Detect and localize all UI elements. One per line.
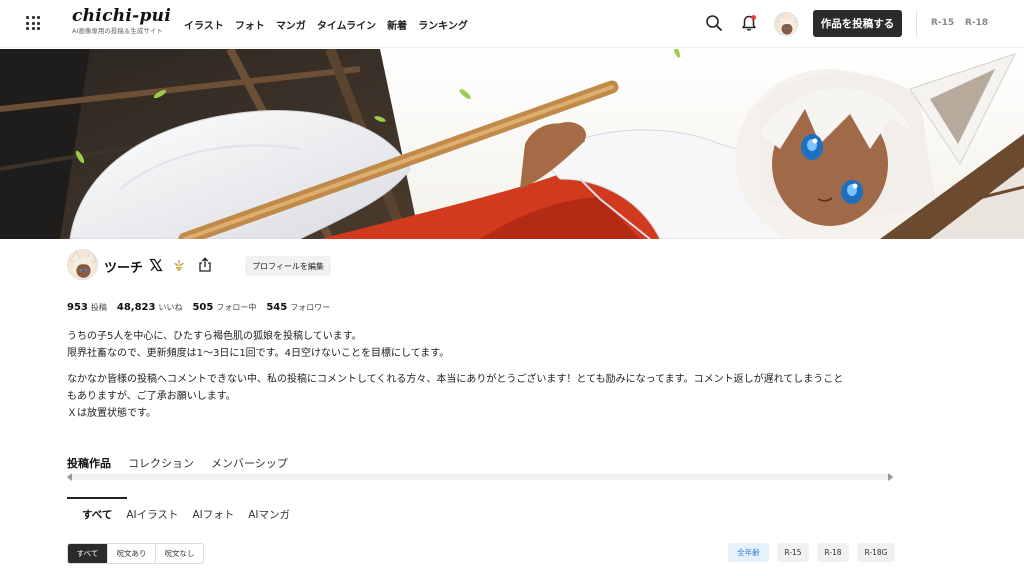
edit-profile-button[interactable]: プロフィールを編集 [245,256,331,276]
rating-r18[interactable]: R-18 [817,543,849,562]
profile-stats: 953 投稿 48,823 いいね 505 フォロー中 545 フォロワー [67,295,330,314]
bio-line: なかなか皆様の投稿へコメントできない中、私の投稿にコメントしてくれる方々、本当に… [67,374,844,385]
tabs-scrollbar[interactable] [67,474,893,480]
tab-collection[interactable]: コレクション [128,455,194,471]
rating-r18g[interactable]: R-18G [857,543,895,562]
subtab-ai-photo[interactable]: AIフォト [192,507,234,522]
header-r18-link[interactable]: R-18 [965,18,988,28]
bio-line: うちの子5人を中心に、ひたすら褐色肌の狐娘を投稿しています。 [67,331,362,342]
type-subtabs: すべて AIイラスト AIフォト AIマンガ [82,507,290,522]
filter-with-prompt[interactable]: 呪文あり [107,544,155,563]
stat-label: 投稿 [90,303,107,312]
filter-without-prompt[interactable]: 呪文なし [155,544,203,563]
post-work-button[interactable]: 作品を投稿する [813,10,902,37]
top-header: chichi-pui AI画像専用の投稿＆生成サイト イラスト フォト マンガ … [0,0,1024,48]
tab-posts[interactable]: 投稿作品 [67,455,111,471]
nav-new[interactable]: 新着 [387,17,407,32]
x-logo-icon[interactable] [149,258,163,272]
active-subtab-indicator [67,497,127,499]
stat-likes[interactable]: 48,823 いいね [117,295,183,314]
stat-value: 48,823 [116,302,156,313]
stat-value: 953 [67,302,88,313]
logo-subtitle: AI画像専用の投稿＆生成サイト [72,27,163,35]
rating-filter-group: 全年齢 R-15 R-18 R-18G [728,543,895,562]
rating-all-ages[interactable]: 全年齢 [728,543,769,562]
share-icon[interactable] [198,257,212,272]
bell-icon[interactable] [740,14,758,32]
stat-followers[interactable]: 545 フォロワー [266,295,330,314]
stat-label: フォロー中 [216,303,257,312]
crest-badge-icon[interactable] [172,258,186,272]
filter-all[interactable]: すべて [68,544,107,563]
content-tabs: 投稿作品 コレクション メンバーシップ [67,455,288,471]
rating-r15[interactable]: R-15 [777,543,809,562]
profile-cover-image [0,49,1024,239]
stat-label: フォロワー [290,303,331,312]
bio-line: 限界社畜なので、更新頻度は1〜3日に1回です。4日空けないことを目標にしてます。 [67,348,450,359]
stat-value: 505 [192,302,214,313]
site-logo[interactable]: chichi-pui AI画像専用の投稿＆生成サイト [72,6,171,35]
prompt-filter-group: すべて 呪文あり 呪文なし [67,543,204,564]
stat-posts[interactable]: 953 投稿 [67,295,107,314]
search-icon[interactable] [705,14,723,32]
main-nav: イラスト フォト マンガ タイムライン 新着 ランキング [184,17,468,32]
nav-timeline[interactable]: タイムライン [317,17,376,32]
grid-menu-icon[interactable] [26,16,40,30]
profile-name: ツーチ [104,261,144,276]
stat-value: 545 [266,302,288,313]
bio-line: もありますが、ご了承お願いします。 [67,391,236,402]
nav-photo[interactable]: フォト [235,17,265,32]
header-divider [916,10,917,38]
subtab-all[interactable]: すべて [82,507,112,522]
profile-avatar[interactable] [67,249,98,280]
subtab-ai-illust[interactable]: AIイラスト [126,507,178,522]
user-avatar[interactable] [774,12,798,36]
stat-following[interactable]: 505 フォロー中 [192,295,256,314]
profile-bio: うちの子5人を中心に、ひたすら褐色肌の狐娘を投稿しています。 限界社畜なので、更… [67,328,907,422]
bio-line: Ｘは放置状態です。 [67,408,156,419]
scroll-right-arrow-icon[interactable] [888,473,893,481]
nav-illust[interactable]: イラスト [184,17,224,32]
subtab-ai-manga[interactable]: AIマンガ [248,507,290,522]
nav-manga[interactable]: マンガ [276,17,306,32]
nav-ranking[interactable]: ランキング [418,17,468,32]
tab-membership[interactable]: メンバーシップ [211,455,288,471]
scroll-left-arrow-icon[interactable] [67,473,72,481]
header-r15-link[interactable]: R-15 [931,18,954,28]
stat-label: いいね [158,303,183,312]
logo-text: chichi-pui [72,6,172,26]
